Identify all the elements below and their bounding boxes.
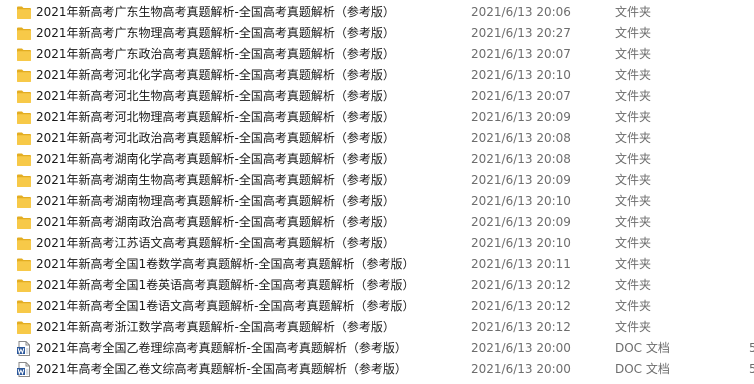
folder-icon	[16, 320, 32, 335]
file-modified-date: 2021/6/13 20:10	[471, 194, 571, 208]
file-type: DOC 文档	[615, 362, 670, 376]
file-type: 文件夹	[615, 173, 652, 187]
file-name: 2021年新高考全国1卷数学高考真题解析-全国高考真题解析（参考版）	[36, 257, 415, 271]
file-name: 2021年新高考广东政治高考真题解析-全国高考真题解析（参考版）	[36, 47, 395, 61]
file-name: 2021年新高考全国1卷英语高考真题解析-全国高考真题解析（参考版）	[36, 278, 415, 292]
file-row[interactable]: 2021年新高考广东物理高考真题解析-全国高考真题解析（参考版） 2021/6/1…	[0, 23, 754, 44]
file-type: 文件夹	[615, 278, 652, 292]
folder-icon	[16, 68, 32, 83]
doc-file-icon	[16, 362, 32, 377]
folder-icon	[16, 47, 32, 62]
file-list: 2021年新高考广东生物高考真题解析-全国高考真题解析（参考版） 2021/6/1…	[0, 2, 754, 380]
file-name: 2021年新高考湖南生物高考真题解析-全国高考真题解析（参考版）	[36, 173, 395, 187]
folder-icon	[16, 194, 32, 209]
file-modified-date: 2021/6/13 20:09	[471, 110, 571, 124]
file-type: 文件夹	[615, 131, 652, 145]
folder-icon	[16, 299, 32, 314]
folder-icon	[16, 89, 32, 104]
folder-icon	[16, 236, 32, 251]
folder-icon	[16, 5, 32, 20]
file-row[interactable]: 2021年新高考河北政治高考真题解析-全国高考真题解析（参考版） 2021/6/1…	[0, 128, 754, 149]
file-row[interactable]: 2021年新高考湖南化学高考真题解析-全国高考真题解析（参考版） 2021/6/1…	[0, 149, 754, 170]
file-modified-date: 2021/6/13 20:09	[471, 215, 571, 229]
file-name: 2021年新高考浙江数学高考真题解析-全国高考真题解析（参考版）	[36, 320, 395, 334]
file-row[interactable]: 2021年高考全国乙卷文综高考真题解析-全国高考真题解析（参考版） 2021/6/…	[0, 359, 754, 380]
file-modified-date: 2021/6/13 20:12	[471, 278, 571, 292]
file-modified-date: 2021/6/13 20:12	[471, 320, 571, 334]
file-modified-date: 2021/6/13 20:10	[471, 68, 571, 82]
file-name: 2021年新高考湖南化学高考真题解析-全国高考真题解析（参考版）	[36, 152, 395, 166]
file-modified-date: 2021/6/13 20:06	[471, 5, 571, 19]
file-modified-date: 2021/6/13 20:08	[471, 131, 571, 145]
file-type: 文件夹	[615, 110, 652, 124]
file-modified-date: 2021/6/13 20:10	[471, 236, 571, 250]
file-modified-date: 2021/6/13 20:12	[471, 299, 571, 313]
file-modified-date: 2021/6/13 20:00	[471, 341, 571, 355]
file-row[interactable]: 2021年新高考全国1卷英语高考真题解析-全国高考真题解析（参考版） 2021/6…	[0, 275, 754, 296]
file-name: 2021年新高考河北物理高考真题解析-全国高考真题解析（参考版）	[36, 110, 395, 124]
file-name: 2021年新高考河北政治高考真题解析-全国高考真题解析（参考版）	[36, 131, 395, 145]
file-name: 2021年新高考广东生物高考真题解析-全国高考真题解析（参考版）	[36, 5, 395, 19]
file-row[interactable]: 2021年新高考浙江数学高考真题解析-全国高考真题解析（参考版） 2021/6/1…	[0, 317, 754, 338]
file-name: 2021年新高考河北生物高考真题解析-全国高考真题解析（参考版）	[36, 89, 395, 103]
file-modified-date: 2021/6/13 20:08	[471, 152, 571, 166]
folder-icon	[16, 152, 32, 167]
file-name: 2021年新高考广东物理高考真题解析-全国高考真题解析（参考版）	[36, 26, 395, 40]
file-name: 2021年新高考湖南政治高考真题解析-全国高考真题解析（参考版）	[36, 215, 395, 229]
file-row[interactable]: 2021年新高考河北化学高考真题解析-全国高考真题解析（参考版） 2021/6/1…	[0, 65, 754, 86]
file-row[interactable]: 2021年新高考全国1卷语文高考真题解析-全国高考真题解析（参考版） 2021/6…	[0, 296, 754, 317]
folder-icon	[16, 110, 32, 125]
folder-icon	[16, 173, 32, 188]
file-row[interactable]: 2021年新高考湖南生物高考真题解析-全国高考真题解析（参考版） 2021/6/1…	[0, 170, 754, 191]
file-row[interactable]: 2021年新高考广东生物高考真题解析-全国高考真题解析（参考版） 2021/6/1…	[0, 2, 754, 23]
file-row[interactable]: 2021年新高考湖南政治高考真题解析-全国高考真题解析（参考版） 2021/6/1…	[0, 212, 754, 233]
folder-icon	[16, 131, 32, 146]
file-row[interactable]: 2021年新高考湖南物理高考真题解析-全国高考真题解析（参考版） 2021/6/1…	[0, 191, 754, 212]
file-row[interactable]: 2021年新高考广东政治高考真题解析-全国高考真题解析（参考版） 2021/6/1…	[0, 44, 754, 65]
file-type: 文件夹	[615, 320, 652, 334]
file-type: 文件夹	[615, 89, 652, 103]
file-modified-date: 2021/6/13 20:07	[471, 89, 571, 103]
file-type: 文件夹	[615, 299, 652, 313]
file-modified-date: 2021/6/13 20:09	[471, 173, 571, 187]
file-type: 文件夹	[615, 68, 652, 82]
file-type: 文件夹	[615, 257, 652, 271]
file-modified-date: 2021/6/13 20:11	[471, 257, 571, 271]
file-type: 文件夹	[615, 215, 652, 229]
file-type: 文件夹	[615, 26, 652, 40]
file-modified-date: 2021/6/13 20:07	[471, 47, 571, 61]
file-type: 文件夹	[615, 194, 652, 208]
file-row[interactable]: 2021年新高考河北生物高考真题解析-全国高考真题解析（参考版） 2021/6/1…	[0, 86, 754, 107]
file-row[interactable]: 2021年高考全国乙卷理综高考真题解析-全国高考真题解析（参考版） 2021/6/…	[0, 338, 754, 359]
file-row[interactable]: 2021年新高考河北物理高考真题解析-全国高考真题解析（参考版） 2021/6/1…	[0, 107, 754, 128]
file-modified-date: 2021/6/13 20:27	[471, 26, 571, 40]
folder-icon	[16, 257, 32, 272]
file-row[interactable]: 2021年新高考全国1卷数学高考真题解析-全国高考真题解析（参考版） 2021/6…	[0, 254, 754, 275]
file-name: 2021年新高考河北化学高考真题解析-全国高考真题解析（参考版）	[36, 68, 395, 82]
folder-icon	[16, 215, 32, 230]
file-modified-date: 2021/6/13 20:00	[471, 362, 571, 376]
file-name: 2021年高考全国乙卷文综高考真题解析-全国高考真题解析（参考版）	[36, 362, 407, 376]
file-name: 2021年新高考湖南物理高考真题解析-全国高考真题解析（参考版）	[36, 194, 395, 208]
file-name: 2021年新高考全国1卷语文高考真题解析-全国高考真题解析（参考版）	[36, 299, 415, 313]
file-name: 2021年新高考江苏语文高考真题解析-全国高考真题解析（参考版）	[36, 236, 395, 250]
file-type: 文件夹	[615, 5, 652, 19]
folder-icon	[16, 278, 32, 293]
file-row[interactable]: 2021年新高考江苏语文高考真题解析-全国高考真题解析（参考版） 2021/6/1…	[0, 233, 754, 254]
doc-file-icon	[16, 341, 32, 356]
file-type: 文件夹	[615, 236, 652, 250]
file-type: 文件夹	[615, 47, 652, 61]
file-type: DOC 文档	[615, 341, 670, 355]
file-name: 2021年高考全国乙卷理综高考真题解析-全国高考真题解析（参考版）	[36, 341, 407, 355]
file-type: 文件夹	[615, 152, 652, 166]
file-size: 5	[749, 341, 754, 355]
folder-icon	[16, 26, 32, 41]
file-size: 5	[749, 362, 754, 376]
